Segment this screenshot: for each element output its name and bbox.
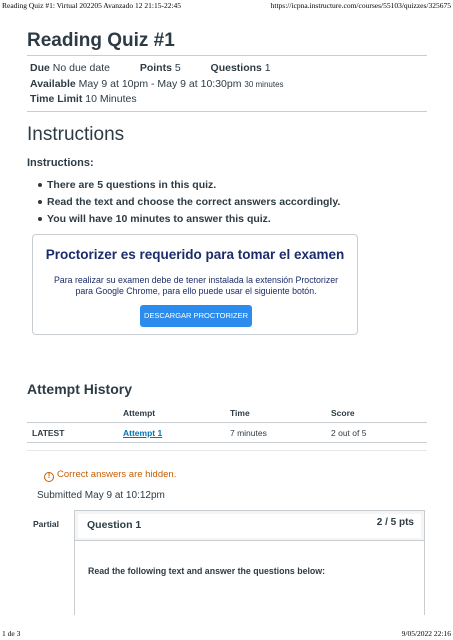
column-header-score: Score bbox=[331, 408, 355, 418]
instructions-list: There are 5 questions in this quiz. Read… bbox=[38, 179, 340, 230]
question-header: Question 1 2 / 5 pts bbox=[75, 511, 424, 541]
proctorizer-panel: Proctorizer es requerido para tomar el e… bbox=[32, 234, 358, 335]
due-value: No due date bbox=[52, 62, 110, 74]
print-header-url: https://icpna.instructure.com/courses/55… bbox=[270, 1, 451, 10]
instructions-heading: Instructions bbox=[27, 124, 125, 145]
available-label: Available bbox=[30, 78, 76, 90]
quiz-meta-row-3: Time Limit 10 Minutes bbox=[30, 93, 137, 105]
points-label: Points bbox=[139, 62, 172, 74]
warning-icon: ! bbox=[44, 472, 54, 482]
time-limit-label: Time Limit bbox=[30, 93, 83, 105]
question-points: 2 / 5 pts bbox=[376, 517, 414, 528]
print-header-title: Reading Quiz #1: Virtual 202205 Avanzado… bbox=[2, 1, 182, 10]
page-number: 1 de 3 bbox=[2, 629, 21, 638]
available-value: May 9 at 10pm - May 9 at 10:30pm bbox=[78, 78, 242, 90]
attempt-history-table: Attempt Time Score LATEST Attempt 1 7 mi… bbox=[27, 403, 427, 443]
points-value: 5 bbox=[174, 62, 181, 74]
available-duration: 30 minutes bbox=[244, 80, 284, 89]
hidden-note-text: Correct answers are hidden. bbox=[57, 469, 177, 480]
quiz-meta-row-2: Available May 9 at 10pm - May 9 at 10:30… bbox=[30, 78, 284, 90]
download-proctorizer-button[interactable]: DESCARGAR PROCTORIZER bbox=[140, 305, 252, 327]
quiz-meta-row-1: Due No due date Points 5 Questions 1 bbox=[30, 62, 271, 74]
question-title: Question 1 bbox=[87, 519, 142, 531]
column-header-attempt: Attempt bbox=[123, 408, 156, 418]
column-header-time: Time bbox=[230, 408, 250, 418]
attempt-link[interactable]: Attempt 1 bbox=[123, 428, 162, 438]
answers-hidden-note: ! Correct answers are hidden. bbox=[44, 469, 176, 482]
instructions-label: Instructions: bbox=[27, 157, 94, 169]
attempt-time: 7 minutes bbox=[230, 428, 267, 438]
questions-value: 1 bbox=[264, 62, 271, 74]
question-status-badge: Partial bbox=[33, 519, 59, 529]
title-divider bbox=[27, 55, 427, 56]
attempt-history-heading: Attempt History bbox=[27, 381, 133, 397]
questions-label: Questions bbox=[210, 62, 262, 74]
question-area: Partial Question 1 2 / 5 pts Read the fo… bbox=[27, 510, 427, 615]
proctorizer-text: Para realizar su examen debe de tener in… bbox=[53, 275, 339, 296]
submitted-time: Submitted May 9 at 10:12pm bbox=[37, 490, 165, 501]
time-limit-value: 10 Minutes bbox=[85, 93, 137, 105]
meta-divider bbox=[27, 111, 427, 112]
print-header: Reading Quiz #1: Virtual 202205 Avanzado… bbox=[0, 0, 453, 12]
instruction-item: You will have 10 minutes to answer this … bbox=[38, 213, 340, 225]
question-card: Question 1 2 / 5 pts Read the following … bbox=[74, 510, 425, 615]
print-date: 9/05/2022 22:16 bbox=[401, 629, 451, 638]
instruction-item: There are 5 questions in this quiz. bbox=[38, 179, 340, 191]
table-row: LATEST Attempt 1 7 minutes 2 out of 5 bbox=[27, 423, 427, 443]
due-label: Due bbox=[30, 62, 50, 74]
proctorizer-title: Proctorizer es requerido para tomar el e… bbox=[45, 247, 345, 262]
print-footer: 1 de 3 9/05/2022 22:16 bbox=[0, 628, 453, 640]
latest-label: LATEST bbox=[32, 428, 65, 438]
section-divider bbox=[27, 450, 427, 451]
question-text: Read the following text and answer the q… bbox=[88, 566, 326, 576]
attempt-score: 2 out of 5 bbox=[331, 428, 367, 438]
quiz-title: Reading Quiz #1 bbox=[27, 30, 175, 51]
table-header: Attempt Time Score bbox=[27, 403, 427, 423]
instruction-item: Read the text and choose the correct ans… bbox=[38, 196, 340, 208]
